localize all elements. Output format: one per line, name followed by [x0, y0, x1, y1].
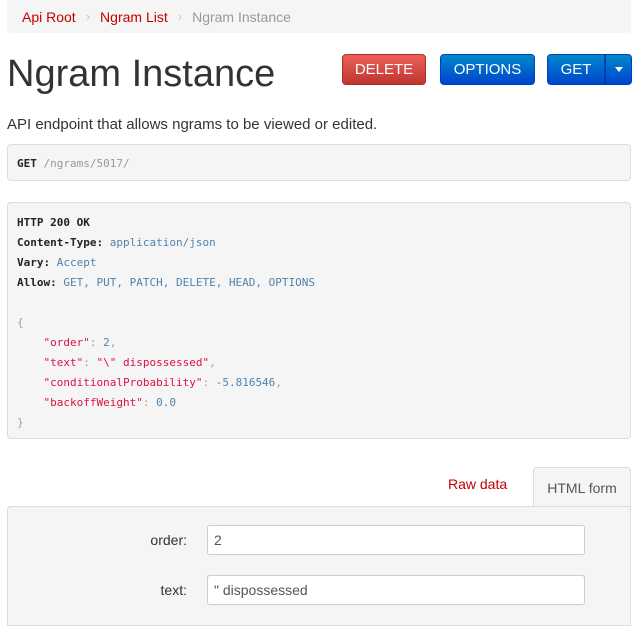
json-open-brace: { [17, 316, 24, 329]
order-label: order: [150, 532, 187, 548]
text-input[interactable] [207, 575, 585, 605]
json-value: 0.0 [156, 396, 176, 409]
header-name: Allow [17, 276, 51, 289]
breadcrumb-current: Ngram Instance [192, 8, 291, 25]
header-name: Vary [17, 256, 44, 269]
breadcrumb-separator: › [85, 9, 91, 24]
order-input[interactable] [207, 525, 585, 555]
json-key: "conditionalProbability" [43, 376, 203, 389]
caret-down-icon [614, 67, 623, 72]
response-info: HTTP 200 OK Content-Type: application/js… [7, 202, 631, 439]
header-value: application/json [109, 236, 216, 249]
breadcrumb-ngram-list[interactable]: Ngram List [100, 9, 168, 25]
header-value: GET, PUT, PATCH, DELETE, HEAD, OPTIONS [63, 276, 316, 289]
tab-raw-data[interactable]: Raw data [448, 476, 507, 492]
tab-html-form[interactable]: HTML form [533, 467, 631, 507]
request-info: GET /ngrams/5017/ [7, 144, 631, 181]
breadcrumb-separator: › [177, 9, 183, 24]
response-status: HTTP 200 OK [17, 216, 90, 229]
get-format-dropdown-button[interactable] [605, 54, 632, 85]
get-button[interactable]: GET [547, 54, 605, 85]
json-key: "text" [43, 356, 84, 369]
request-method: GET [17, 157, 37, 170]
breadcrumb-api-root[interactable]: Api Root [22, 9, 76, 25]
delete-button[interactable]: DELETE [342, 54, 426, 85]
page-description: API endpoint that allows ngrams to be vi… [7, 116, 378, 133]
request-path[interactable]: /ngrams/5017/ [44, 157, 130, 170]
header-value: Accept [56, 256, 97, 269]
json-key: "backoffWeight" [43, 396, 143, 409]
options-button[interactable]: OPTIONS [440, 54, 535, 85]
page-title: Ngram Instance [7, 53, 276, 95]
breadcrumb: Api Root › Ngram List › Ngram Instance [7, 0, 631, 33]
json-value: -5.816546 [215, 376, 276, 389]
json-close-brace: } [17, 416, 24, 429]
text-label: text: [160, 582, 187, 598]
json-key: "order" [43, 336, 90, 349]
html-form-panel [7, 506, 631, 626]
json-value: "\" dispossessed" [96, 356, 210, 369]
header-name: Content-Type [17, 236, 97, 249]
json-value: 2 [103, 336, 110, 349]
